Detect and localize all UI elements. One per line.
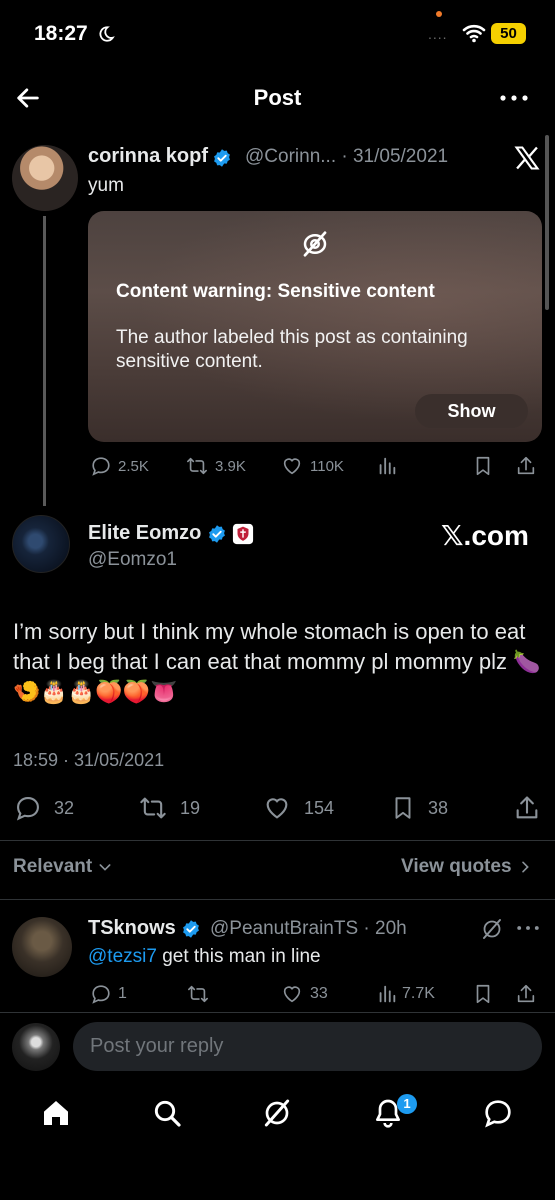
wifi-icon: [462, 23, 486, 43]
home-icon[interactable]: [40, 1097, 72, 1129]
heart-icon: [266, 798, 288, 819]
x-logo-icon: [513, 144, 541, 172]
avatar[interactable]: [12, 1023, 60, 1071]
scrollbar[interactable]: [545, 135, 549, 310]
affiliate-badge-icon: [232, 523, 254, 545]
post-text: yum: [88, 175, 124, 196]
view-quotes-link[interactable]: View quotes: [401, 856, 533, 878]
mention-link[interactable]: @tezsi7: [88, 946, 157, 967]
author-name-row[interactable]: Elite Eomzo: [88, 522, 254, 545]
like-button[interactable]: 110K: [280, 455, 344, 477]
bookmark-icon: [395, 797, 411, 819]
grok-icon[interactable]: [480, 917, 504, 941]
views-button[interactable]: 7.7K: [376, 983, 435, 1005]
reply-count: 32: [54, 797, 75, 818]
author-name[interactable]: Elite Eomzo: [88, 522, 201, 544]
handle-and-time: @PeanutBrainTS · 20h: [210, 918, 407, 939]
status-time: 18:27: [34, 22, 88, 45]
repost-icon: [187, 457, 207, 475]
more-options-icon[interactable]: [515, 920, 541, 936]
notifications-badge: 1: [397, 1094, 417, 1114]
verified-badge-icon: [207, 524, 227, 544]
avatar[interactable]: [12, 145, 78, 211]
x-watermark: 𝕏.com: [441, 520, 529, 551]
analytics-icon: [379, 985, 396, 1003]
share-icon[interactable]: [515, 455, 537, 477]
reply-button[interactable]: 2.5K: [90, 455, 149, 477]
like-button[interactable]: 154: [262, 794, 334, 822]
messages-icon[interactable]: [482, 1097, 514, 1129]
reply-input[interactable]: Post your reply: [73, 1022, 542, 1071]
reply-icon: [16, 797, 39, 821]
heart-icon: [283, 458, 301, 475]
divider: [0, 840, 555, 841]
content-warning-body: The author labeled this post as containi…: [116, 327, 468, 372]
verified-badge-icon: [181, 919, 201, 939]
like-count: 110K: [310, 457, 344, 475]
author-name-row[interactable]: TSknows: [88, 917, 201, 940]
sort-label: Relevant: [13, 856, 93, 877]
search-icon[interactable]: [151, 1097, 183, 1129]
show-button[interactable]: Show: [415, 394, 528, 428]
privacy-indicator-dot: [436, 11, 442, 17]
reply-icon: [92, 985, 110, 1004]
sort-dropdown[interactable]: Relevant: [13, 856, 113, 878]
moon-icon: [97, 25, 115, 43]
heart-icon: [283, 986, 301, 1003]
share-icon[interactable]: [513, 794, 541, 822]
battery-icon: 50: [491, 23, 526, 44]
signal-icon: ....: [428, 26, 448, 42]
handle-and-date: @Corinn... · 31/05/2021: [245, 146, 449, 167]
bookmark-button[interactable]: 38: [390, 794, 448, 822]
verified-badge-icon: [212, 148, 232, 168]
analytics-icon[interactable]: [376, 455, 398, 477]
author-handle: @Eomzo1: [88, 549, 177, 570]
repost-button[interactable]: 19: [138, 794, 200, 822]
reply-body: get this man in line: [156, 946, 321, 967]
divider: [0, 899, 555, 900]
thread-line: [43, 216, 46, 506]
post-timestamp: 18:59 · 31/05/2021: [13, 750, 165, 770]
view-quotes-label: View quotes: [401, 856, 512, 877]
post-text: I’m sorry but I think my whole stomach i…: [13, 619, 541, 704]
repost-icon: [140, 797, 166, 819]
repost-icon[interactable]: [186, 983, 210, 1005]
bookmark-icon[interactable]: [472, 455, 494, 477]
author-name[interactable]: TSknows: [88, 917, 176, 939]
author-name-row[interactable]: corinna kopf: [88, 145, 232, 168]
author-name[interactable]: corinna kopf: [88, 145, 208, 167]
like-count: 154: [304, 797, 335, 818]
bookmark-count: 38: [428, 797, 449, 818]
repost-count: 3.9K: [215, 457, 246, 475]
more-options-icon[interactable]: [498, 88, 530, 108]
reply-button[interactable]: 32: [14, 794, 74, 822]
avatar[interactable]: [12, 917, 72, 977]
reply-button[interactable]: 1: [90, 983, 127, 1005]
chevron-right-icon: [517, 859, 533, 875]
share-icon[interactable]: [515, 983, 537, 1005]
like-button[interactable]: 33: [280, 983, 328, 1005]
repost-count: 19: [180, 797, 201, 818]
reply-text: @tezsi7 get this man in line: [88, 946, 321, 968]
page-title: Post: [253, 85, 302, 110]
content-warning-title: Content warning: Sensitive content: [116, 281, 435, 302]
bookmark-icon[interactable]: [472, 983, 494, 1005]
reply-count: 2.5K: [118, 457, 149, 475]
grok-icon[interactable]: [261, 1097, 293, 1129]
repost-button[interactable]: 3.9K: [185, 455, 246, 477]
views-count: 7.7K: [402, 985, 435, 1002]
eye-off-icon: [300, 229, 330, 259]
avatar[interactable]: [12, 515, 70, 573]
like-count: 33: [310, 985, 328, 1002]
reply-count: 1: [118, 985, 127, 1002]
chevron-down-icon: [97, 859, 113, 875]
reply-icon: [92, 457, 110, 476]
sensitive-media-card[interactable]: Content warning: Sensitive content The a…: [88, 211, 542, 442]
